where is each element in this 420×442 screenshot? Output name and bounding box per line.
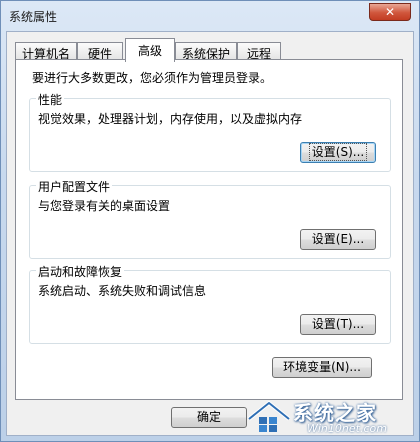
tab-computer-name[interactable]: 计算机名 xyxy=(15,42,77,61)
user-profiles-title: 用户配置文件 xyxy=(36,178,113,195)
window-title: 系统属性 xyxy=(9,10,58,24)
admin-notice: 要进行大多数更改，您必须作为管理员登录。 xyxy=(32,71,273,85)
user-profiles-settings-button[interactable]: 设置(E)... xyxy=(300,229,376,250)
advanced-panel: 要进行大多数更改，您必须作为管理员登录。 性能 视觉效果，处理器计划，内存使用，… xyxy=(15,59,403,400)
watermark: 系统之家 Win10net.com xyxy=(245,397,415,437)
performance-group: 性能 视觉效果，处理器计划，内存使用，以及虚拟内存 设置(S)... xyxy=(29,91,391,172)
performance-settings-button[interactable]: 设置(S)... xyxy=(300,142,376,163)
close-button[interactable]: ✕ xyxy=(369,3,411,21)
user-profiles-desc: 与您登录有关的桌面设置 xyxy=(38,199,171,213)
startup-recovery-title: 启动和故障恢复 xyxy=(36,263,125,280)
startup-recovery-desc: 系统启动、系统失败和调试信息 xyxy=(38,284,207,298)
environment-variables-button[interactable]: 环境变量(N)... xyxy=(272,357,372,378)
startup-recovery-group: 启动和故障恢复 系统启动、系统失败和调试信息 设置(T)... xyxy=(29,263,391,344)
performance-settings-label: 设置(S)... xyxy=(308,143,368,161)
user-profiles-group: 用户配置文件 与您登录有关的桌面设置 设置(E)... xyxy=(29,178,391,259)
system-properties-window: 系统属性 ✕ 计算机名 硬件 高级 系统保护 远程 要进行大多数更改，您必须作为… xyxy=(0,0,420,442)
performance-title: 性能 xyxy=(36,91,65,108)
tab-advanced[interactable]: 高级 xyxy=(125,38,175,62)
ok-button[interactable]: 确定 xyxy=(171,407,247,428)
watermark-site: Win10net.com xyxy=(307,422,387,435)
performance-desc: 视觉效果，处理器计划，内存使用，以及虚拟内存 xyxy=(38,112,303,126)
house-logo-icon xyxy=(247,401,291,432)
tab-remote[interactable]: 远程 xyxy=(237,42,281,61)
startup-recovery-settings-button[interactable]: 设置(T)... xyxy=(300,314,376,335)
close-icon: ✕ xyxy=(384,5,396,19)
title-bar[interactable]: 系统属性 ✕ xyxy=(1,1,419,31)
tab-hardware[interactable]: 硬件 xyxy=(77,42,123,61)
dialog-client: 计算机名 硬件 高级 系统保护 远程 要进行大多数更改，您必须作为管理员登录。 … xyxy=(6,31,414,436)
tab-system-protection[interactable]: 系统保护 xyxy=(175,42,237,61)
